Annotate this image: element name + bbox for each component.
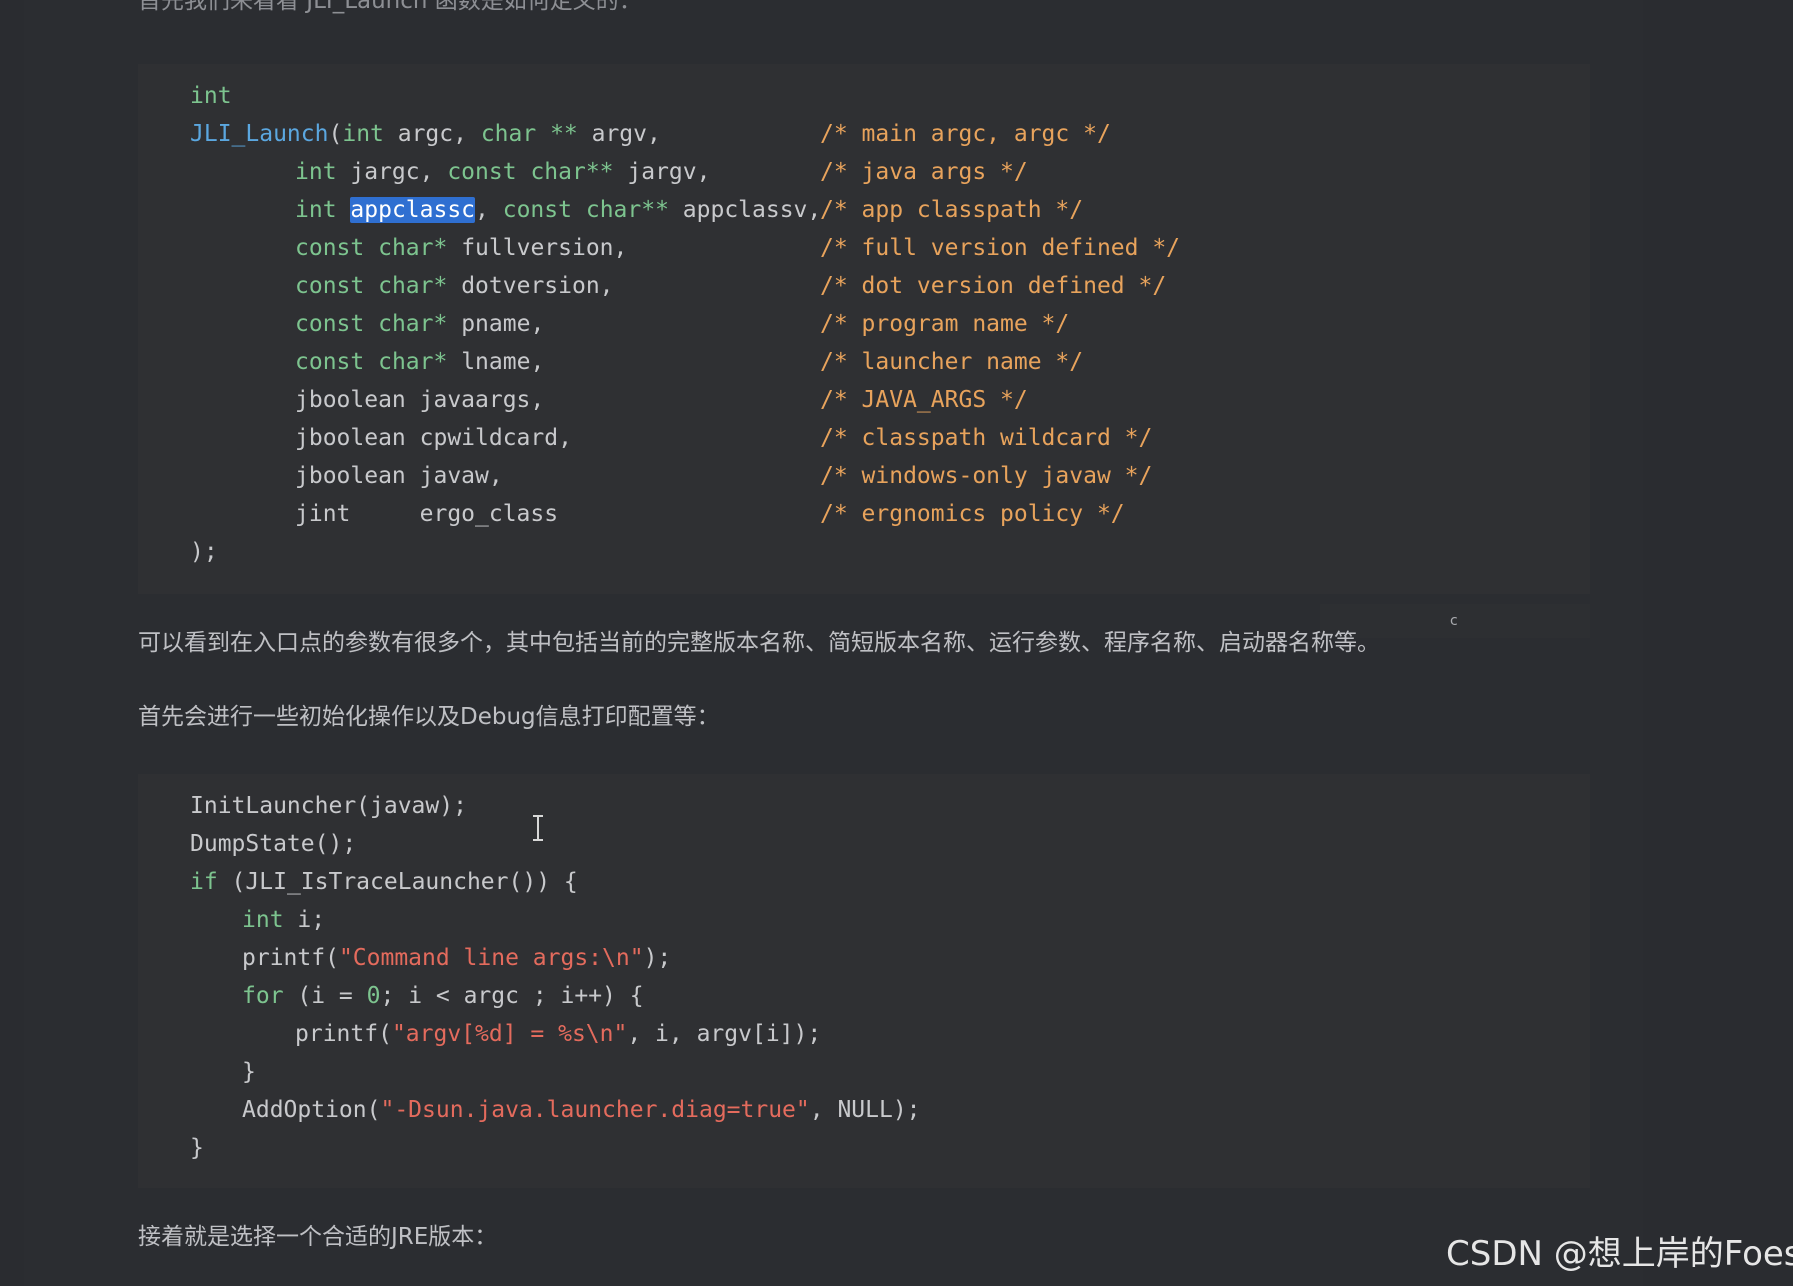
code-line: const char* lname,	[295, 349, 545, 375]
code-line: JLI_Launch(int argc, char ** argv,	[190, 121, 661, 147]
code-comment: /* program name */	[820, 311, 1070, 337]
code-comment: /* app classpath */	[820, 197, 1084, 223]
paragraph-jre: 接着就是选择一个合适的JRE版本：	[138, 1224, 498, 1250]
toolbar-label: c	[1450, 613, 1458, 629]
code-block-init-launcher[interactable]: InitLauncher(javaw); DumpState(); if (JL…	[138, 774, 1590, 1188]
code-line: printf("Command line args:\n");	[242, 945, 672, 971]
code-line: }	[190, 1135, 204, 1161]
code-line: int i;	[242, 907, 326, 933]
selected-text-highlight[interactable]: appclassc	[350, 197, 476, 223]
code-line: InitLauncher(javaw);	[190, 793, 467, 819]
code-line: jboolean javaw,	[295, 463, 503, 489]
paragraph-parameters: 可以看到在入口点的参数有很多个，其中包括当前的完整版本名称、简短版本名称、运行参…	[138, 630, 1380, 656]
code-comment: /* launcher name */	[820, 349, 1084, 375]
code-comment: /* ergnomics policy */	[820, 501, 1125, 527]
code-block-jli-launch[interactable]: int JLI_Launch(int argc, char ** argv, /…	[138, 64, 1590, 594]
viewport-left-margin	[0, 0, 24, 1286]
paragraph-init: 首先会进行一些初始化操作以及Debug信息打印配置等：	[138, 704, 720, 730]
intro-paragraph: 首先我们来看看 JLI_Launch 函数是如何定义的：	[138, 0, 642, 14]
code-line: int	[190, 83, 232, 109]
viewport-right-margin	[1643, 0, 1793, 1286]
code-line: for (i = 0; i < argc ; i++) {	[242, 983, 644, 1009]
code-comment: /* JAVA_ARGS */	[820, 387, 1028, 413]
code-line: int appclassc, const char** appclassv,	[295, 197, 822, 223]
code-line: AddOption("-Dsun.java.launcher.diag=true…	[242, 1097, 921, 1123]
code-line: jint ergo_class	[295, 501, 559, 527]
code-comment: /* main argc, argc */	[820, 121, 1111, 147]
code-line: DumpState();	[190, 831, 357, 857]
code-line: const char* dotversion,	[295, 273, 614, 299]
code-comment: /* full version defined */	[820, 235, 1181, 261]
code-line: }	[242, 1059, 256, 1085]
code-comment: /* java args */	[820, 159, 1028, 185]
code-line: if (JLI_IsTraceLauncher()) {	[190, 869, 578, 895]
code-line: jboolean javaargs,	[295, 387, 545, 413]
csdn-watermark: CSDN @想上岸的Foes	[1446, 1234, 1793, 1274]
code-line: const char* fullversion,	[295, 235, 628, 261]
code-comment: /* windows-only javaw */	[820, 463, 1153, 489]
text-cursor-icon	[533, 815, 543, 841]
code-comment: /* dot version defined */	[820, 273, 1167, 299]
code-line: printf("argv[%d] = %s\n", i, argv[i]);	[295, 1021, 822, 1047]
code-line: );	[190, 539, 218, 565]
code-comment: /* classpath wildcard */	[820, 425, 1153, 451]
code-line: jboolean cpwildcard,	[295, 425, 572, 451]
code-line: int jargc, const char** jargv,	[295, 159, 711, 185]
code-line: const char* pname,	[295, 311, 545, 337]
